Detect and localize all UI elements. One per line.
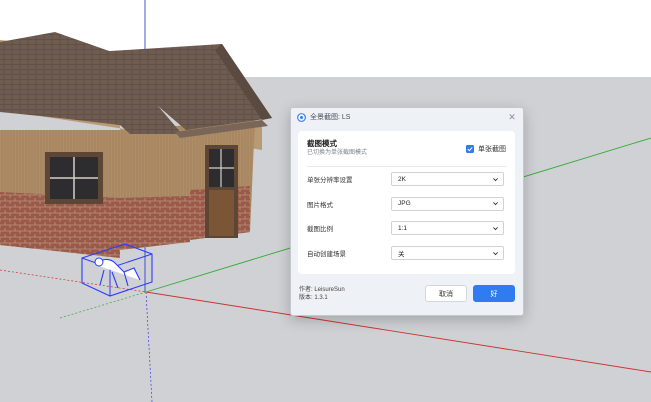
select-value: 2K (398, 175, 406, 183)
mode-subtitle: 已切换为单张截图模式 (307, 150, 368, 156)
select-value: JPG (398, 200, 411, 208)
ratio-select[interactable]: 1:1 (391, 221, 504, 236)
setting-label: 自动创建场景 (307, 251, 346, 259)
select-value: 关 (398, 251, 405, 259)
panorama-dialog: 全景截图: LS ✕ 截图模式 已切换为单张截图模式 单张截图 单张分辨率设置 … (290, 107, 524, 316)
select-value: 1:1 (398, 224, 408, 232)
dialog-titlebar[interactable]: 全景截图: LS ✕ (291, 108, 523, 126)
setting-row-format: 图片格式 JPG (307, 192, 506, 217)
chevron-down-icon (491, 249, 499, 257)
chevron-down-icon (491, 200, 499, 208)
cancel-button[interactable]: 取消 (425, 285, 467, 302)
ok-button[interactable]: 好 (473, 285, 515, 302)
setting-row-auto-scene: 自动创建场景 关 (307, 241, 506, 266)
setting-label: 图片格式 (307, 201, 333, 209)
auto-scene-select[interactable]: 关 (391, 246, 504, 261)
mode-header: 截图模式 已切换为单张截图模式 单张截图 (307, 139, 506, 167)
dialog-title: 全景截图: LS (310, 114, 351, 121)
check-icon[interactable] (466, 145, 474, 153)
version-text: 版本: 1.3.1 (299, 295, 328, 301)
setting-row-ratio: 截图比例 1:1 (307, 216, 506, 241)
settings-card: 截图模式 已切换为单张截图模式 单张截图 单张分辨率设置 2K 图片格式 JPG (298, 131, 515, 274)
format-select[interactable]: JPG (391, 196, 504, 211)
chevron-down-icon (491, 224, 499, 232)
setting-label: 截图比例 (307, 226, 333, 234)
resolution-select[interactable]: 2K (391, 172, 504, 187)
setting-label: 单张分辨率设置 (307, 177, 353, 185)
single-screenshot-checkbox[interactable]: 单张截图 (466, 144, 506, 154)
close-icon[interactable]: ✕ (507, 112, 517, 122)
house-model[interactable] (0, 32, 272, 258)
author-text: 作者: LeisureSun (299, 287, 345, 293)
single-screenshot-label: 单张截图 (478, 146, 506, 153)
app-logo-icon (297, 112, 306, 122)
mode-title: 截图模式 (307, 139, 337, 148)
setting-row-resolution: 单张分辨率设置 2K (307, 167, 506, 192)
plugin-info: 作者: LeisureSun 版本: 1.3.1 (299, 286, 345, 302)
chevron-down-icon (491, 175, 499, 183)
